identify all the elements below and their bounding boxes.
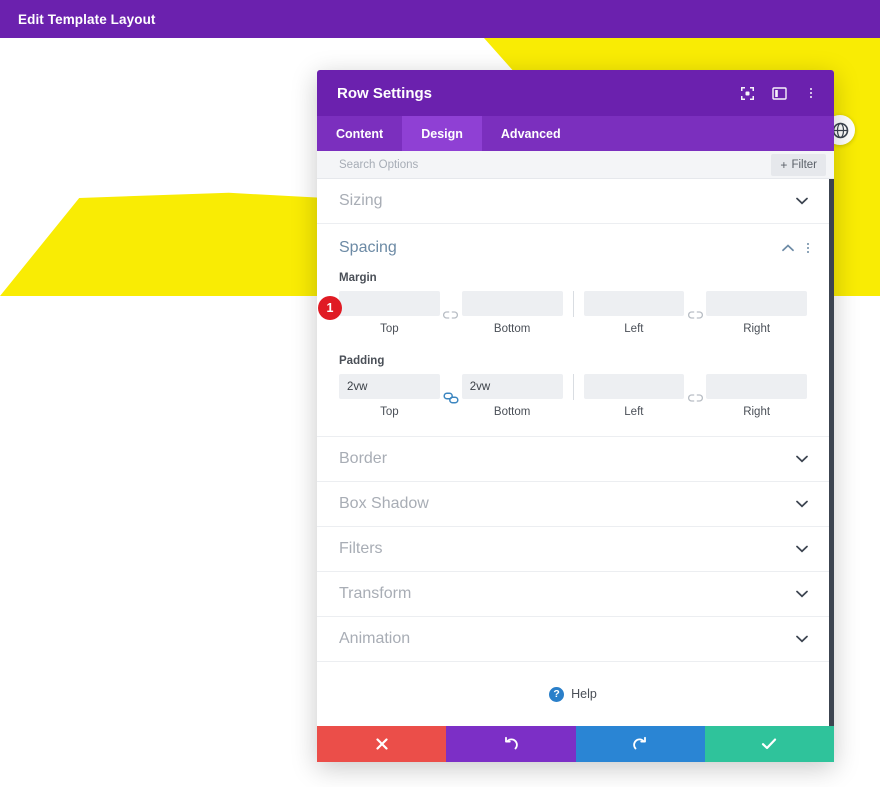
page-canvas: Edit Template Layout Row Settings Conten… xyxy=(0,0,880,787)
help-label: Help xyxy=(571,687,597,701)
filter-button[interactable]: + Filter xyxy=(771,154,826,176)
padding-right-caption: Right xyxy=(743,406,771,418)
cancel-button[interactable] xyxy=(317,726,447,762)
section-spacing-label: Spacing xyxy=(339,239,397,256)
save-button[interactable] xyxy=(704,726,834,762)
filter-label: Filter xyxy=(791,159,817,171)
chevron-down-icon xyxy=(795,632,809,646)
help-row[interactable]: ? Help xyxy=(317,662,829,726)
tab-design[interactable]: Design xyxy=(402,116,482,151)
section-animation[interactable]: Animation xyxy=(317,617,829,662)
margin-top-field: Top xyxy=(339,291,440,335)
margin-label: Margin xyxy=(339,272,377,284)
undo-icon xyxy=(504,736,518,750)
padding-divider xyxy=(572,374,574,400)
margin-left-caption: Left xyxy=(624,323,644,335)
section-sizing[interactable]: Sizing xyxy=(317,179,829,224)
chevron-down-icon xyxy=(795,542,809,556)
padding-link-top-bottom-icon[interactable] xyxy=(440,392,462,404)
margin-link-top-bottom-icon[interactable] xyxy=(440,310,462,321)
section-animation-label: Animation xyxy=(339,630,411,647)
redo-button[interactable] xyxy=(575,726,705,762)
margin-left-input[interactable] xyxy=(583,291,685,316)
admin-bar-title: Edit Template Layout xyxy=(18,11,156,27)
section-spacing-header[interactable]: Spacing xyxy=(317,224,829,272)
padding-inputs: Top Bottom xyxy=(339,374,807,418)
margin-link-left-right-icon[interactable] xyxy=(684,310,706,321)
margin-right-caption: Right xyxy=(743,323,771,335)
chevron-down-icon xyxy=(795,497,809,511)
section-box-shadow[interactable]: Box Shadow xyxy=(317,482,829,527)
undo-button[interactable] xyxy=(446,726,576,762)
globe-preview-icon xyxy=(832,122,848,138)
padding-right-input[interactable] xyxy=(706,374,807,399)
margin-top-bottom-pair: Top Bottom xyxy=(339,291,563,335)
search-input[interactable]: Search Options xyxy=(339,159,418,171)
section-spacing: Spacing Margin Top Bottom Left Right Pad… xyxy=(317,224,829,437)
question-mark-icon: ? xyxy=(549,686,565,702)
section-border[interactable]: Border xyxy=(317,437,829,482)
search-options-bar: Search Options + Filter xyxy=(317,151,834,179)
padding-left-input[interactable] xyxy=(583,374,685,399)
margin-inputs: Top Bottom Left Right xyxy=(339,291,807,335)
margin-top-input[interactable] xyxy=(339,291,440,316)
section-border-label: Border xyxy=(339,450,388,467)
padding-left-caption: Left xyxy=(624,406,644,418)
section-filters[interactable]: Filters xyxy=(317,527,829,572)
panel-layout-icon[interactable] xyxy=(770,84,788,102)
padding-top-input[interactable] xyxy=(339,374,440,399)
row-settings-modal: Row Settings Content Design Advanced Sea… xyxy=(317,70,834,762)
modal-tabs: Content Design Advanced xyxy=(317,116,834,151)
more-options-icon[interactable] xyxy=(802,84,820,102)
step-badge: 1 xyxy=(318,296,342,320)
margin-top-caption: Top xyxy=(380,323,399,335)
margin-left-right-pair: Left Right xyxy=(583,291,807,335)
modal-header-actions xyxy=(738,84,820,102)
redo-icon xyxy=(633,736,647,750)
modal-footer xyxy=(317,726,834,762)
section-spacing-tools xyxy=(781,241,809,255)
padding-bottom-caption: Bottom xyxy=(493,406,531,418)
padding-top-caption: Top xyxy=(380,406,399,418)
padding-link-left-right-icon[interactable] xyxy=(684,393,706,404)
padding-right-field: Right xyxy=(706,374,807,418)
margin-left-field: Left xyxy=(583,291,685,335)
section-transform-label: Transform xyxy=(339,585,412,602)
margin-right-input[interactable] xyxy=(706,291,807,316)
padding-top-bottom-pair: Top Bottom xyxy=(339,374,563,418)
chevron-down-icon xyxy=(795,194,809,208)
section-transform[interactable]: Transform xyxy=(317,572,829,617)
section-sizing-label: Sizing xyxy=(339,192,383,209)
modal-header: Row Settings xyxy=(317,70,834,116)
chevron-up-icon[interactable] xyxy=(781,241,795,255)
margin-field-group: Margin Top Bottom Left Right Padding 1 2… xyxy=(317,272,829,418)
close-icon xyxy=(376,738,388,750)
section-options-icon[interactable] xyxy=(807,243,809,253)
section-filters-label: Filters xyxy=(339,540,383,557)
plus-icon: + xyxy=(780,158,788,172)
margin-right-field: Right xyxy=(706,291,807,335)
modal-title: Row Settings xyxy=(337,84,433,102)
tab-content[interactable]: Content xyxy=(317,116,402,151)
check-icon xyxy=(762,738,777,750)
padding-top-field: Top xyxy=(339,374,440,418)
margin-bottom-field: Bottom xyxy=(461,291,563,335)
padding-left-right-pair: Left Right xyxy=(583,374,807,418)
focus-target-icon[interactable] xyxy=(738,84,756,102)
wp-admin-bar: Edit Template Layout xyxy=(0,0,880,38)
padding-left-field: Left xyxy=(583,374,685,418)
modal-body: Sizing Spacing Margin Top Bottom Left Ri… xyxy=(317,179,834,726)
chevron-down-icon xyxy=(795,452,809,466)
section-box-shadow-label: Box Shadow xyxy=(339,495,429,512)
margin-bottom-caption: Bottom xyxy=(493,323,531,335)
margin-bottom-input[interactable] xyxy=(461,291,563,316)
padding-label: Padding xyxy=(339,355,385,367)
padding-bottom-field: Bottom xyxy=(461,374,563,418)
chevron-down-icon xyxy=(795,587,809,601)
tab-advanced[interactable]: Advanced xyxy=(482,116,580,151)
margin-divider xyxy=(572,291,574,317)
padding-bottom-input[interactable] xyxy=(461,374,563,399)
